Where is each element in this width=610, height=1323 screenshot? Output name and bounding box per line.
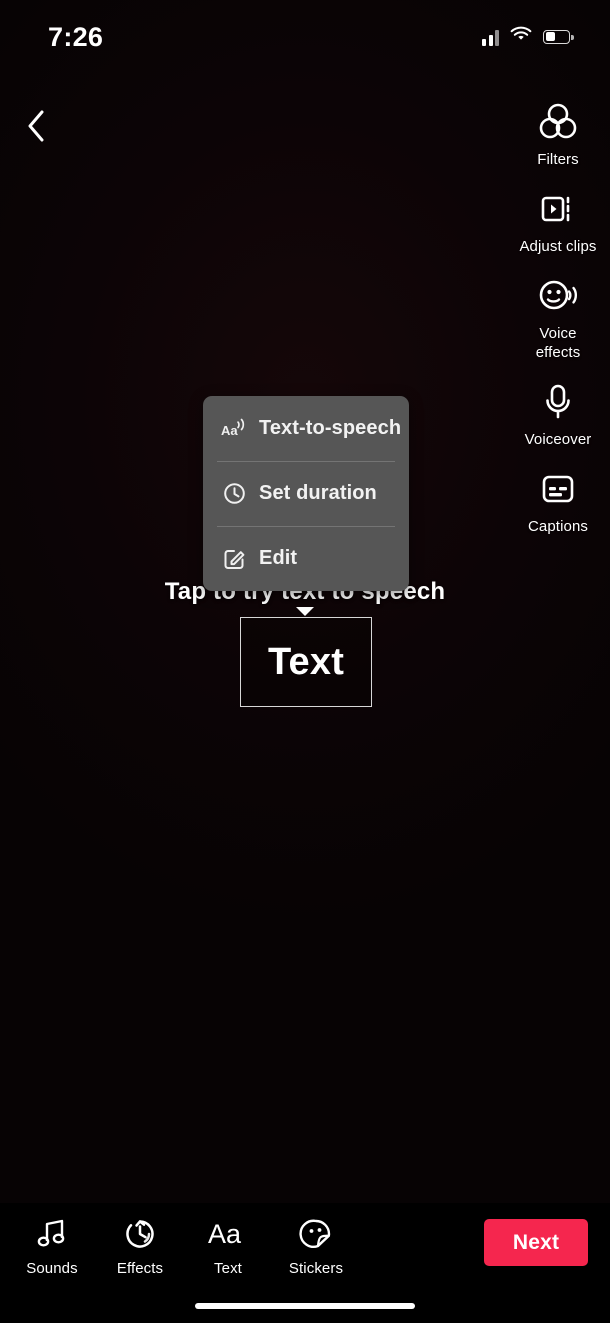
status-bar: 7:26 (0, 0, 610, 72)
rail-item-adjust-clips[interactable]: Adjust clips (506, 187, 610, 256)
rail-label-voiceover: Voiceover (524, 431, 592, 448)
rail-label-filters: Filters (537, 151, 579, 168)
svg-text:Aa: Aa (221, 423, 238, 438)
text-sticker[interactable]: Text (240, 617, 372, 707)
menu-label-text-to-speech: Text-to-speech (259, 417, 402, 439)
rail-item-voiceover[interactable]: Voiceover (506, 380, 610, 449)
tool-label-stickers: Stickers (288, 1260, 344, 1277)
rail-label-captions: Captions (527, 518, 588, 535)
text-context-menu: Aa Text-to-speech Set duration Edit (203, 396, 409, 591)
tool-effects[interactable]: Effects (96, 1213, 184, 1277)
chevron-left-icon (25, 109, 47, 148)
bottom-toolbar: Sounds Effects Aa Text Stickers Next (0, 1203, 610, 1323)
text-to-speech-icon: Aa (221, 418, 247, 440)
tool-stickers[interactable]: Stickers (272, 1213, 360, 1277)
tool-label-effects: Effects (116, 1260, 164, 1277)
editing-tools: Sounds Effects Aa Text Stickers (8, 1213, 360, 1277)
rail-label-adjust-clips: Adjust clips (519, 238, 597, 255)
rail-item-filters[interactable]: Filters (506, 100, 610, 169)
svg-text:Aa: Aa (208, 1219, 242, 1249)
clock-icon (221, 482, 247, 505)
music-note-icon (35, 1213, 69, 1255)
menu-item-edit[interactable]: Edit (203, 526, 409, 591)
tool-label-text: Text (214, 1260, 242, 1277)
tool-text[interactable]: Aa Text (184, 1213, 272, 1277)
menu-item-text-to-speech[interactable]: Aa Text-to-speech (203, 396, 409, 461)
right-toolbar: Filters Adjust clips Voice effects Voice… (506, 100, 610, 554)
rail-item-captions[interactable]: Captions (506, 467, 610, 536)
next-button[interactable]: Next (484, 1219, 588, 1266)
video-editor-screen: 7:26 Filters Adjust clips Voice effects … (0, 0, 610, 1323)
text-sticker-value: Text (267, 640, 345, 683)
edit-pencil-icon (221, 547, 247, 570)
text-aa-icon: Aa (208, 1213, 248, 1255)
voice-effects-icon (537, 274, 579, 318)
tooltip-arrow-icon (296, 607, 314, 616)
home-indicator[interactable] (195, 1303, 415, 1309)
status-bar-time: 7:26 (48, 22, 104, 52)
status-bar-icons (482, 26, 574, 47)
filters-icon (538, 100, 578, 144)
cellular-signal-icon (482, 28, 499, 46)
rail-label-voice-effects: Voice effects (535, 325, 581, 361)
captions-icon (538, 467, 578, 511)
next-button-label: Next (512, 1230, 560, 1254)
menu-item-set-duration[interactable]: Set duration (203, 461, 409, 526)
microphone-icon (541, 380, 575, 424)
sticker-smiley-icon (299, 1213, 333, 1255)
menu-label-set-duration: Set duration (259, 482, 377, 504)
effects-timer-icon (123, 1213, 157, 1255)
wifi-icon (510, 26, 532, 47)
menu-label-edit: Edit (259, 547, 298, 569)
tool-label-sounds: Sounds (26, 1260, 78, 1277)
adjust-clips-icon (538, 187, 578, 231)
rail-item-voice-effects[interactable]: Voice effects (506, 274, 610, 362)
tool-sounds[interactable]: Sounds (8, 1213, 96, 1277)
battery-low-icon (543, 29, 574, 44)
back-button[interactable] (12, 104, 60, 152)
